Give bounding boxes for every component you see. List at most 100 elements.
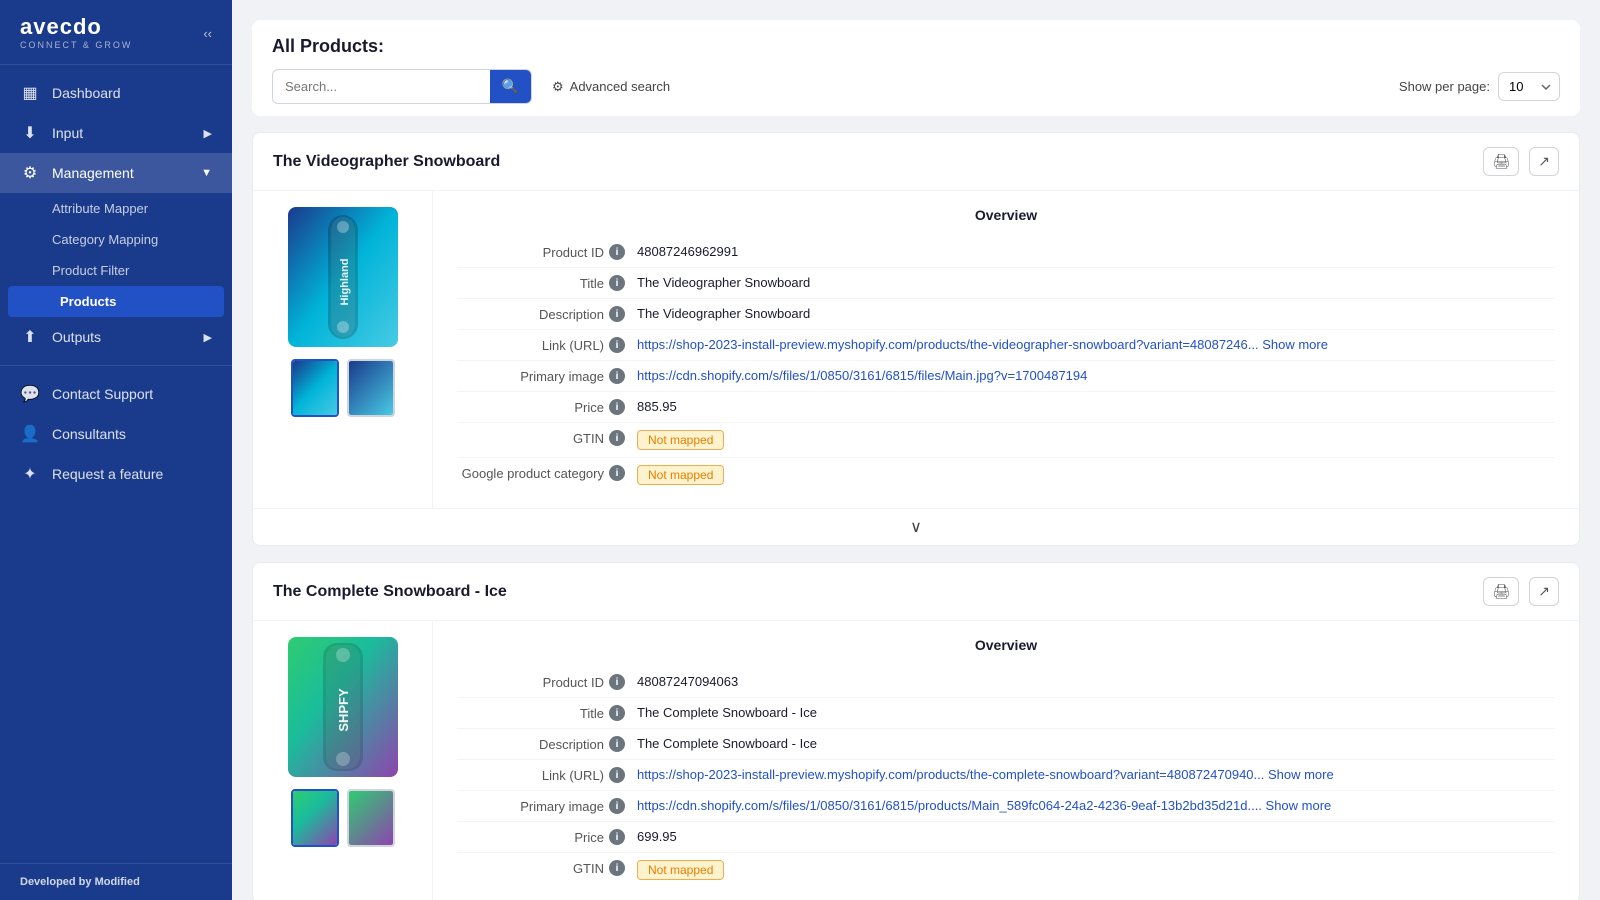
product-2-field-primary-image: Primary image i https://cdn.shopify.com/…	[457, 791, 1555, 822]
search-controls: 🔍 ⚙ Advanced search	[272, 69, 678, 104]
card-1-actions: 🖨 ↗	[1483, 147, 1559, 176]
product-1-value-primary-image[interactable]: https://cdn.shopify.com/s/files/1/0850/3…	[637, 368, 1555, 383]
sidebar-item-attribute-mapper[interactable]: Attribute Mapper	[0, 193, 232, 224]
primary-image-info-icon[interactable]: i	[609, 368, 625, 384]
product-1-overview-title: Overview	[457, 207, 1555, 223]
product-2-external-link-button[interactable]: ↗	[1529, 577, 1559, 606]
product-2-title-info-icon[interactable]: i	[609, 705, 625, 721]
title-info-icon[interactable]: i	[609, 275, 625, 291]
product-1-label-gtin: GTIN i	[457, 430, 637, 446]
feature-icon: ✦	[20, 464, 40, 484]
product-1-value-description: The Videographer Snowboard	[637, 306, 1555, 321]
product-2-id-info-icon[interactable]: i	[609, 674, 625, 690]
product-2-thumbnail-2[interactable]	[347, 789, 395, 847]
sidebar-item-input[interactable]: ⬇ Input ▶	[0, 113, 232, 153]
sidebar-label-input: Input	[52, 125, 83, 141]
product-2-label-primary-image: Primary image i	[457, 798, 637, 814]
product-id-info-icon[interactable]: i	[609, 244, 625, 260]
sidebar-nav: ▦ Dashboard ⬇ Input ▶ ⚙ Management ▼ Att…	[0, 65, 232, 863]
sidebar-item-product-filter[interactable]: Product Filter	[0, 255, 232, 286]
product-2-body: SHPFY Overview	[253, 621, 1579, 900]
product-2-field-price: Price i 699.95	[457, 822, 1555, 853]
price-info-icon[interactable]: i	[609, 399, 625, 415]
product-1-field-google-category: Google product category i Not mapped	[457, 458, 1555, 492]
search-input-wrap: 🔍	[272, 69, 532, 104]
show-per-page-label: Show per page:	[1399, 79, 1490, 94]
sidebar-item-consultants[interactable]: 👤 Consultants	[0, 414, 232, 454]
product-2-label-description: Description i	[457, 736, 637, 752]
description-info-icon[interactable]: i	[609, 306, 625, 322]
product-2-label-title: Title i	[457, 705, 637, 721]
product-1-thumbnail-2[interactable]	[347, 359, 395, 417]
sidebar-footer: Developed by Modified	[0, 863, 232, 900]
advanced-search-button[interactable]: ⚙ Advanced search	[544, 73, 678, 101]
product-1-expand-row[interactable]: ∨	[253, 508, 1579, 545]
dashboard-icon: ▦	[20, 83, 40, 103]
sidebar-item-request-feature[interactable]: ✦ Request a feature	[0, 454, 232, 494]
product-1-value-link[interactable]: https://shop-2023-install-preview.myshop…	[637, 337, 1555, 352]
per-page-select[interactable]: 5 10 25 50 100	[1498, 72, 1560, 101]
product-1-external-link-button[interactable]: ↗	[1529, 147, 1559, 176]
product-1-print-button[interactable]: 🖨	[1483, 147, 1519, 176]
sidebar-label-outputs: Outputs	[52, 329, 101, 345]
sidebar-toggle[interactable]: ‹‹	[203, 26, 212, 41]
product-1-label-product-id: Product ID i	[457, 244, 637, 260]
product-2-field-product-id: Product ID i 48087247094063	[457, 667, 1555, 698]
sidebar-item-category-mapping[interactable]: Category Mapping	[0, 224, 232, 255]
product-2-link-info-icon[interactable]: i	[609, 767, 625, 783]
product-2-details: Overview Product ID i 48087247094063 Tit…	[433, 621, 1579, 900]
product-2-price-info-icon[interactable]: i	[609, 829, 625, 845]
product-1-google-category-badge: Not mapped	[637, 465, 724, 485]
product-2-field-title: Title i The Complete Snowboard - Ice	[457, 698, 1555, 729]
product-card-1: The Videographer Snowboard 🖨 ↗	[252, 132, 1580, 546]
product-1-label-google-category: Google product category i	[457, 465, 637, 481]
product-1-label-price: Price i	[457, 399, 637, 415]
product-1-field-price: Price i 885.95	[457, 392, 1555, 423]
product-1-gtin-badge: Not mapped	[637, 430, 724, 450]
product-1-label-primary-image: Primary image i	[457, 368, 637, 384]
sidebar-item-management[interactable]: ⚙ Management ▼	[0, 153, 232, 193]
logo-text: avecdo CONNECT & GROW	[20, 16, 132, 50]
product-2-image-svg: SHPFY	[288, 637, 398, 777]
page-header: All Products: 🔍 ⚙ Advanced search Show p…	[252, 20, 1580, 116]
sidebar-item-outputs[interactable]: ⬆ Outputs ▶	[0, 317, 232, 357]
sidebar-label-management: Management	[52, 165, 134, 181]
product-2-print-button[interactable]: 🖨	[1483, 577, 1519, 606]
search-input[interactable]	[273, 71, 490, 102]
product-2-value-link[interactable]: https://shop-2023-install-preview.myshop…	[637, 767, 1555, 782]
svg-text:SHPFY: SHPFY	[336, 688, 351, 732]
sidebar-item-dashboard[interactable]: ▦ Dashboard	[0, 73, 232, 113]
sidebar-item-products[interactable]: Products	[8, 286, 224, 317]
link-info-icon[interactable]: i	[609, 337, 625, 353]
card-2-actions: 🖨 ↗	[1483, 577, 1559, 606]
logo-brand: avecdo	[20, 16, 132, 38]
sidebar-item-contact-support[interactable]: 💬 Contact Support	[0, 374, 232, 414]
product-2-value-primary-image[interactable]: https://cdn.shopify.com/s/files/1/0850/3…	[637, 798, 1555, 813]
management-arrow-icon: ▼	[201, 167, 212, 179]
product-2-field-description: Description i The Complete Snowboard - I…	[457, 729, 1555, 760]
input-icon: ⬇	[20, 123, 40, 143]
product-2-primary-image-info-icon[interactable]: i	[609, 798, 625, 814]
product-2-value-description: The Complete Snowboard - Ice	[637, 736, 1555, 751]
product-2-field-gtin: GTIN i Not mapped	[457, 853, 1555, 887]
logo-sub: CONNECT & GROW	[20, 40, 132, 50]
product-1-image-svg: Highland	[288, 207, 398, 347]
sidebar-label-contact-support: Contact Support	[52, 386, 153, 402]
management-icon: ⚙	[20, 163, 40, 183]
gtin-info-icon[interactable]: i	[609, 430, 625, 446]
product-2-thumbnail-1[interactable]	[291, 789, 339, 847]
product-2-label-price: Price i	[457, 829, 637, 845]
sidebar: avecdo CONNECT & GROW ‹‹ ▦ Dashboard ⬇ I…	[0, 0, 232, 900]
product-2-description-info-icon[interactable]: i	[609, 736, 625, 752]
outputs-arrow-icon: ▶	[204, 331, 212, 344]
product-2-value-price: 699.95	[637, 829, 1555, 844]
product-2-label-gtin: GTIN i	[457, 860, 637, 876]
product-1-thumbnail-1[interactable]	[291, 359, 339, 417]
product-1-field-gtin: GTIN i Not mapped	[457, 423, 1555, 458]
nav-divider	[0, 365, 232, 366]
product-1-field-primary-image: Primary image i https://cdn.shopify.com/…	[457, 361, 1555, 392]
product-1-images: Highland	[253, 191, 433, 508]
search-button[interactable]: 🔍	[490, 70, 531, 103]
google-category-info-icon[interactable]: i	[609, 465, 625, 481]
product-2-gtin-info-icon[interactable]: i	[609, 860, 625, 876]
